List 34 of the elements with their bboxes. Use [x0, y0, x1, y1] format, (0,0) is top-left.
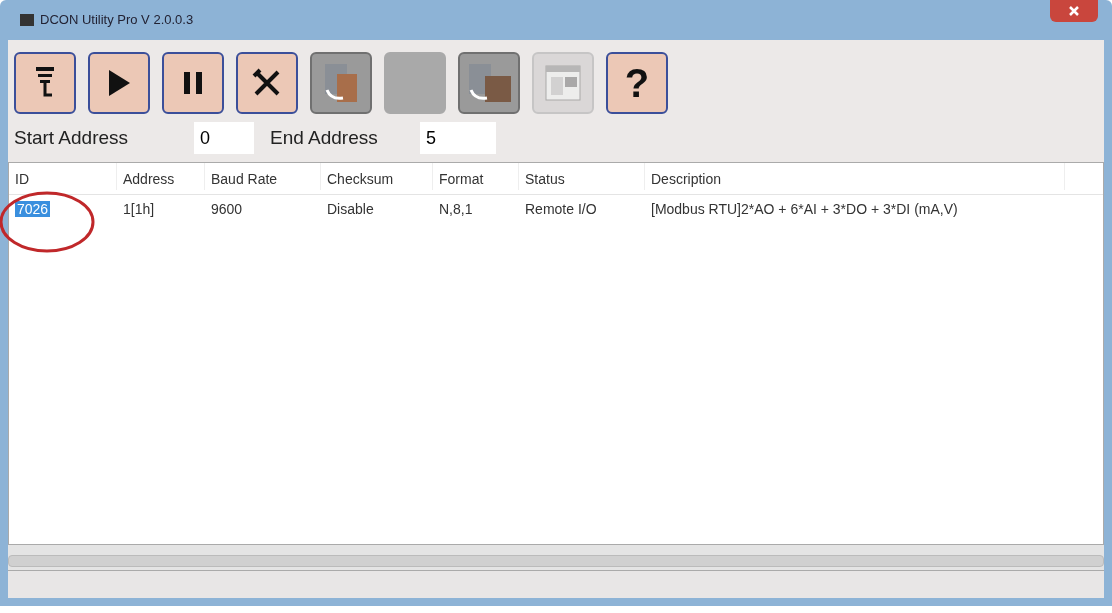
horizontal-scrollbar[interactable] [8, 545, 1104, 571]
table-cell: Remote I/O [525, 201, 597, 217]
scrollbar-thumb[interactable] [8, 555, 1104, 567]
table-cell: [Modbus RTU]2*AO + 6*AI + 3*DO + 3*DI (mA,V) [651, 201, 958, 217]
window-title: DCON Utility Pro V 2.0.0.3 [40, 11, 194, 30]
table-cell: 7026 [15, 201, 51, 217]
column-header[interactable]: Baud Rate [211, 169, 278, 190]
scan-button[interactable] [14, 52, 76, 114]
module-button[interactable] [310, 52, 372, 114]
app-icon [20, 14, 34, 26]
pause-icon [182, 70, 204, 96]
tools-button[interactable] [236, 52, 298, 114]
column-header[interactable]: Format [439, 169, 484, 190]
column-header[interactable]: ID [15, 169, 29, 190]
column-header[interactable]: Address [123, 169, 175, 190]
start-address-field[interactable]: 0 [194, 122, 254, 154]
rack-button[interactable] [458, 52, 520, 114]
pause-button[interactable] [162, 52, 224, 114]
end-address-field[interactable]: 5 [420, 122, 496, 154]
column-header[interactable]: Checksum [327, 169, 394, 190]
start-address-label: Start Address [14, 125, 130, 150]
play-icon [106, 68, 132, 98]
column-header[interactable]: Description [651, 169, 722, 190]
close-icon [1068, 5, 1080, 17]
close-button[interactable] [1050, 0, 1098, 22]
play-button[interactable] [88, 52, 150, 114]
table-cell: N,8,1 [439, 201, 473, 217]
help-button[interactable]: ? [606, 52, 668, 114]
window-icon [543, 63, 583, 103]
table-cell: 9600 [211, 201, 243, 217]
end-address-label: End Address [270, 125, 379, 150]
column-header[interactable]: Status [525, 169, 565, 190]
table-cell: Disable [327, 201, 374, 217]
table-cell: 1[1h] [123, 201, 155, 217]
